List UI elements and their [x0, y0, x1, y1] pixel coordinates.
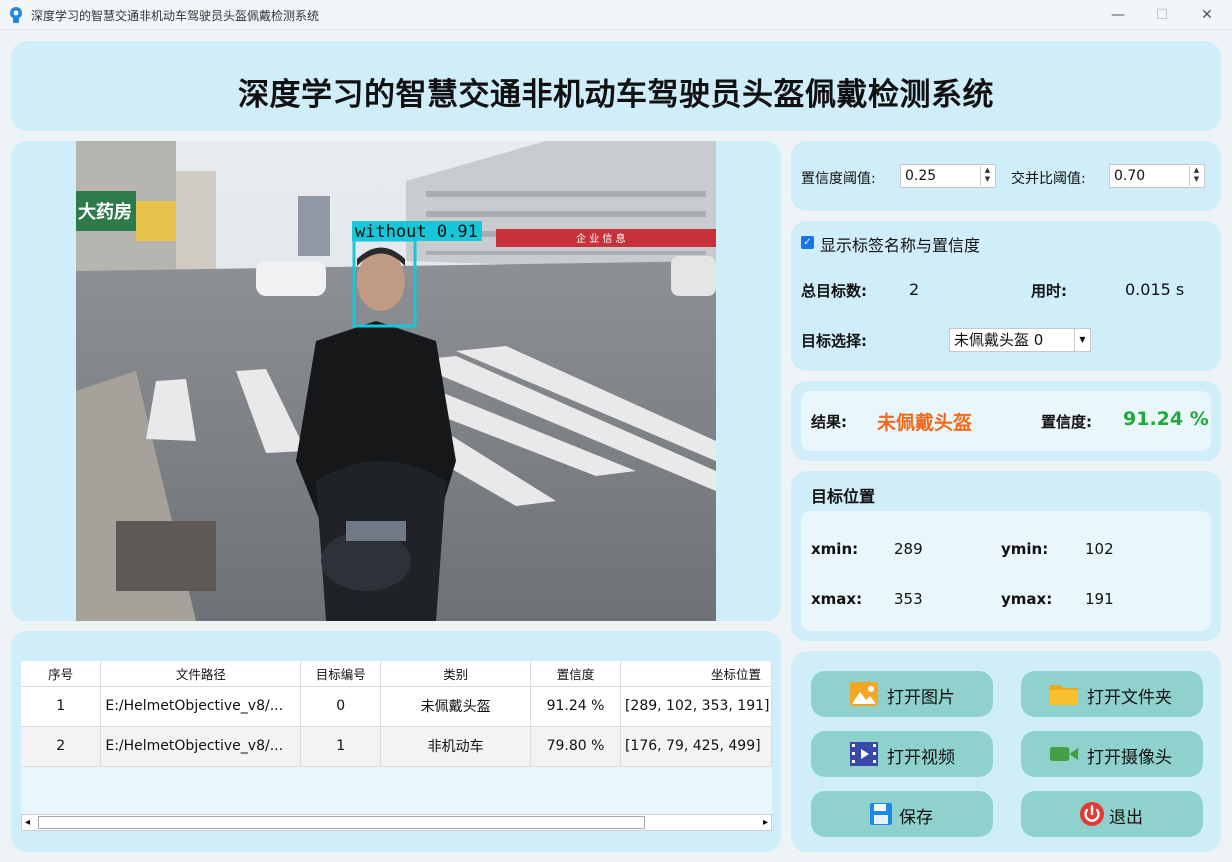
open-video-label: 打开视频 [887, 748, 955, 768]
conf-threshold-spinbox[interactable]: 0.25 ▲ ▼ [900, 164, 996, 188]
horizontal-scrollbar[interactable]: ◂ ▸ [21, 814, 772, 831]
table-cell: E:/HelmetObjective_v8/... [100, 726, 302, 767]
total-targets-value: 2 [909, 280, 920, 299]
minimize-button[interactable]: — [1095, 0, 1141, 30]
target-position-card: xmin: 289 ymin: 102 xmax: 353 ymax: 191 [801, 511, 1211, 631]
image-display-panel: 企 业 信 息 大药房 without 0.91 [11, 141, 781, 621]
time-value: 0.015 s [1125, 280, 1185, 299]
table-cell: [289, 102, 353, 191] [620, 686, 772, 727]
target-select-label: 目标选择: [801, 332, 867, 350]
column-header-target-id[interactable]: 目标编号 [300, 661, 382, 687]
column-header-class[interactable]: 类别 [380, 661, 532, 687]
ymin-value: 102 [1085, 540, 1114, 558]
show-label-text[interactable]: 显示标签名称与置信度 [820, 232, 980, 256]
target-position-panel: 目标位置 xmin: 289 ymin: 102 xmax: 353 ymax:… [791, 471, 1221, 641]
show-label-checkbox[interactable]: ✓ [801, 236, 814, 249]
time-label: 用时: [1031, 282, 1067, 300]
table-row[interactable]: 1 E:/HelmetObjective_v8/... 0 未佩戴头盔 91.2… [21, 686, 772, 727]
window-titlebar: 深度学习的智慧交通非机动车驾驶员头盔佩戴检测系统 — ☐ ✕ [0, 0, 1232, 30]
scroll-left-icon[interactable]: ◂ [25, 815, 30, 830]
camera-icon [1049, 746, 1079, 762]
save-icon [870, 803, 892, 825]
folder-icon [1050, 685, 1078, 705]
detection-image: 企 业 信 息 大药房 without 0.91 [76, 141, 716, 621]
xmax-label: xmax: [811, 590, 863, 608]
save-button[interactable]: 保存 [811, 791, 993, 837]
ymax-value: 191 [1085, 590, 1114, 608]
shop-sign: 大药房 [78, 201, 132, 223]
save-label: 保存 [899, 808, 933, 828]
conf-threshold-label: 置信度阈值: [801, 171, 876, 187]
page-title: 深度学习的智慧交通非机动车驾驶员头盔佩戴检测系统 [238, 77, 994, 113]
xmin-label: xmin: [811, 540, 859, 558]
chevron-down-icon[interactable]: ▼ [1074, 329, 1090, 351]
scrollbar-thumb[interactable] [38, 816, 645, 829]
iou-threshold-label: 交并比阈值: [1011, 171, 1086, 187]
video-icon [850, 742, 878, 766]
conf-threshold-value: 0.25 [905, 168, 937, 184]
result-label: 结果: [811, 413, 847, 431]
stats-panel: ✓ 显示标签名称与置信度 总目标数: 2 用时: 0.015 s 目标选择: 未… [791, 221, 1221, 371]
result-confidence-label: 置信度: [1041, 413, 1092, 431]
detection-label: without 0.91 [355, 222, 478, 242]
header-panel: 深度学习的智慧交通非机动车驾驶员头盔佩戴检测系统 [11, 41, 1221, 131]
column-header-coordinates[interactable]: 坐标位置 [620, 661, 772, 687]
iou-threshold-spinbox[interactable]: 0.70 ▲ ▼ [1109, 164, 1205, 188]
exit-button[interactable]: 退出 [1021, 791, 1203, 837]
street-scene-image: 企 业 信 息 大药房 without 0.91 [76, 141, 716, 621]
results-table-panel: 序号 文件路径 目标编号 类别 置信度 坐标位置 1 E:/HelmetObje… [11, 631, 781, 852]
exit-label: 退出 [1109, 808, 1143, 828]
table-cell: 1 [300, 726, 382, 767]
result-panel: 结果: 未佩戴头盔 置信度: 91.24 % [791, 381, 1221, 461]
power-icon [1080, 802, 1104, 826]
scroll-right-icon[interactable]: ▸ [763, 815, 768, 830]
app-icon [10, 7, 22, 23]
threshold-panel: 置信度阈值: 0.25 ▲ ▼ 交并比阈值: 0.70 ▲ ▼ [791, 141, 1221, 211]
table-cell: 1 [21, 686, 102, 727]
open-folder-label: 打开文件夹 [1087, 688, 1172, 708]
table-cell: 0 [300, 686, 382, 727]
ymax-label: ymax: [1001, 590, 1053, 608]
open-image-label: 打开图片 [887, 688, 955, 708]
open-image-button[interactable]: 打开图片 [811, 671, 993, 717]
table-cell: E:/HelmetObjective_v8/... [100, 686, 302, 727]
open-folder-button[interactable]: 打开文件夹 [1021, 671, 1203, 717]
maximize-button[interactable]: ☐ [1139, 0, 1185, 30]
spin-arrows-icon[interactable]: ▲ ▼ [1189, 166, 1203, 186]
table-row[interactable]: 2 E:/HelmetObjective_v8/... 1 非机动车 79.80… [21, 726, 772, 767]
image-icon [850, 682, 878, 706]
table-cell: [176, 79, 425, 499] [620, 726, 772, 767]
column-header-index[interactable]: 序号 [21, 661, 102, 687]
result-value: 未佩戴头盔 [877, 412, 973, 434]
xmin-value: 289 [894, 540, 923, 558]
target-select-dropdown[interactable]: 未佩戴头盔 0 ▼ [949, 328, 1091, 352]
target-position-title: 目标位置 [811, 487, 876, 506]
ymin-label: ymin: [1001, 540, 1049, 558]
results-table[interactable]: 序号 文件路径 目标编号 类别 置信度 坐标位置 1 E:/HelmetObje… [21, 661, 772, 831]
result-confidence-value: 91.24 % [1123, 408, 1209, 430]
spin-arrows-icon[interactable]: ▲ ▼ [980, 166, 994, 186]
xmax-value: 353 [894, 590, 923, 608]
table-cell: 79.80 % [530, 726, 621, 767]
target-select-value: 未佩戴头盔 0 [954, 331, 1044, 349]
close-button[interactable]: ✕ [1184, 0, 1230, 30]
actions-panel: 打开图片 打开文件夹 打开视频 打开摄像头 保存 退出 [791, 651, 1221, 852]
result-card: 结果: 未佩戴头盔 置信度: 91.24 % [801, 391, 1211, 451]
window-title: 深度学习的智慧交通非机动车驾驶员头盔佩戴检测系统 [31, 9, 320, 23]
table-cell: 91.24 % [530, 686, 621, 727]
column-header-confidence[interactable]: 置信度 [530, 661, 621, 687]
open-camera-label: 打开摄像头 [1087, 748, 1172, 768]
table-cell: 非机动车 [380, 726, 532, 767]
table-cell: 未佩戴头盔 [380, 686, 532, 727]
table-cell: 2 [21, 726, 102, 767]
total-targets-label: 总目标数: [801, 282, 867, 300]
iou-threshold-value: 0.70 [1114, 168, 1146, 184]
store-banner: 企 业 信 息 [576, 232, 626, 245]
column-header-file-path[interactable]: 文件路径 [100, 661, 302, 687]
open-camera-button[interactable]: 打开摄像头 [1021, 731, 1203, 777]
open-video-button[interactable]: 打开视频 [811, 731, 993, 777]
